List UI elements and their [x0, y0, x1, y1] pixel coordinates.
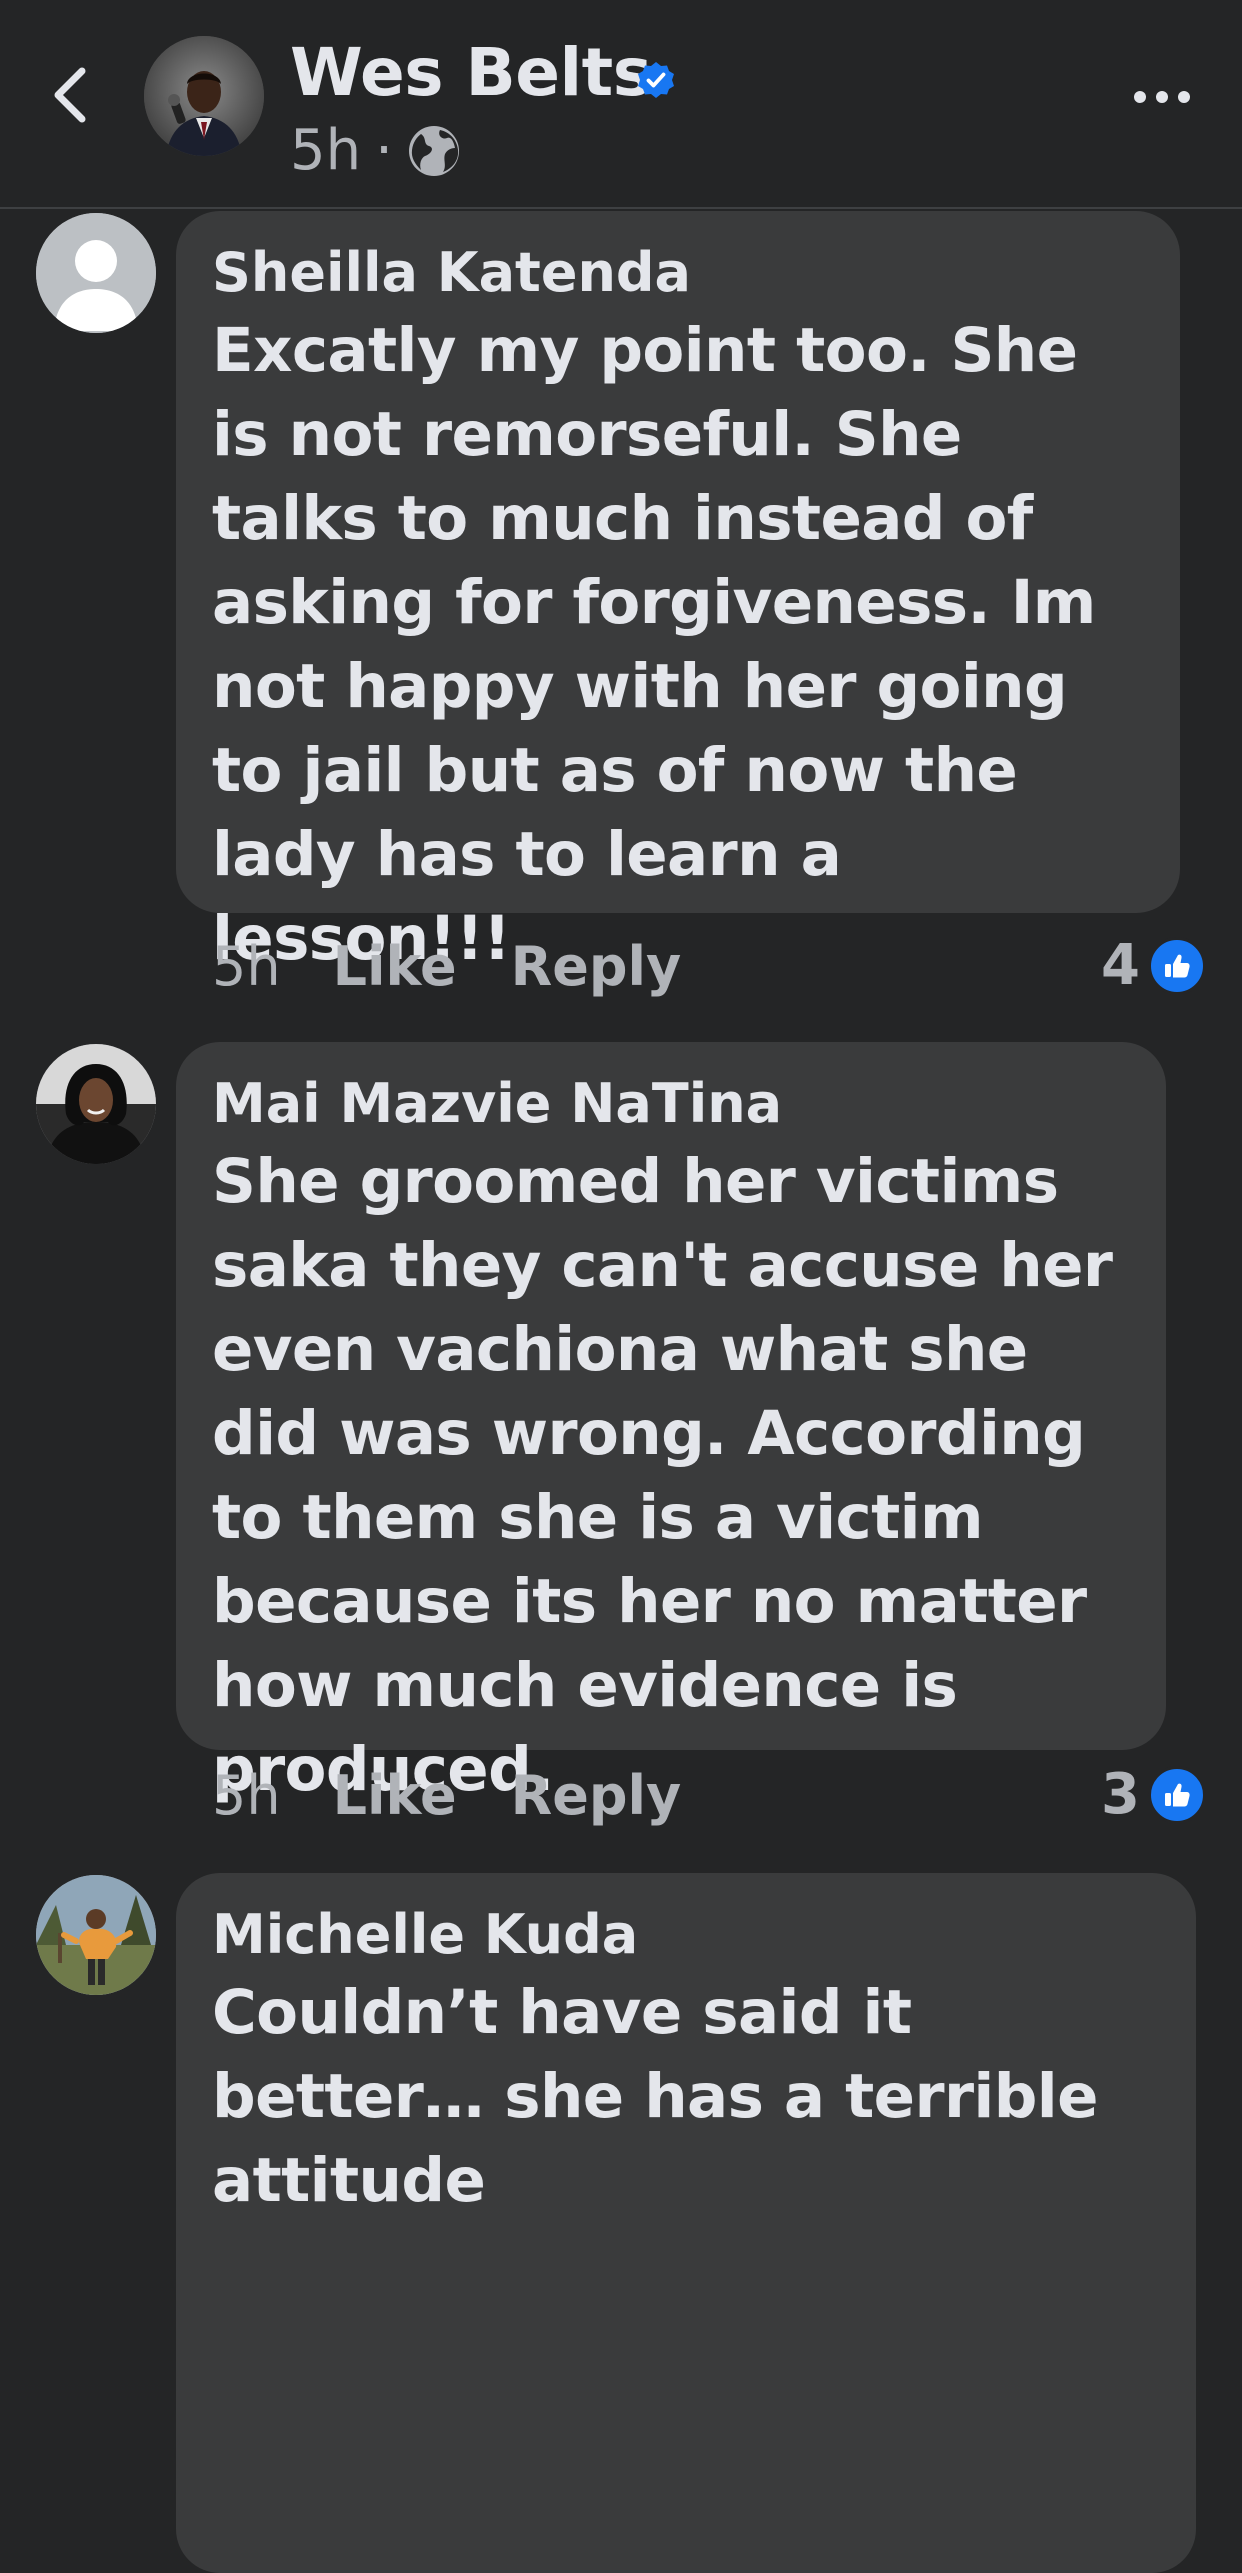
comment-bubble[interactable]: Michelle Kuda Couldn’t have said it bett… [176, 1873, 1196, 2573]
comment-item: Michelle Kuda Couldn’t have said it bett… [0, 1873, 1242, 2573]
reaction-count: 4 [1101, 933, 1140, 998]
like-button[interactable]: Like [333, 1764, 457, 1827]
comment-author[interactable]: Sheilla Katenda [212, 241, 1144, 305]
chevron-left-icon [54, 67, 86, 123]
comment-text: She groomed her victims saka they can't … [212, 1146, 1113, 1805]
post-time: 5h [290, 118, 362, 183]
like-reaction-icon [1148, 936, 1206, 995]
meta-separator: · [375, 118, 393, 183]
like-button[interactable]: Like [333, 935, 457, 998]
reply-button[interactable]: Reply [511, 1764, 682, 1827]
verified-badge-icon [638, 62, 674, 98]
comment-author[interactable]: Mai Mazvie NaTina [212, 1072, 1130, 1136]
post-meta: 5h · [290, 118, 461, 183]
reaction-summary[interactable]: 3 [1101, 1762, 1206, 1827]
like-reaction-icon [1148, 1765, 1206, 1824]
globe-icon [408, 125, 459, 176]
comment-bubble[interactable]: Sheilla Katenda Excatly my point too. Sh… [176, 211, 1180, 974]
profile-photo [36, 1875, 156, 1995]
comment-item: Mai Mazvie NaTina She groomed her victim… [0, 1042, 1242, 1842]
commenter-avatar[interactable] [36, 213, 156, 333]
post-author-photo [144, 36, 264, 156]
profile-photo [36, 1044, 156, 1164]
reaction-summary[interactable]: 4 [1101, 933, 1206, 998]
default-avatar-icon [36, 213, 156, 333]
comment-time: 5h [212, 1764, 281, 1827]
reply-button[interactable]: Reply [511, 935, 682, 998]
post-author-name[interactable]: Wes Belts [290, 34, 652, 111]
back-button[interactable] [40, 60, 100, 130]
commenter-avatar[interactable] [36, 1875, 156, 1995]
comment-time: 5h [212, 935, 281, 998]
commenter-avatar[interactable] [36, 1044, 156, 1164]
comment-text: Excatly my point too. She is not remorse… [212, 315, 1096, 974]
comment-bubble[interactable]: Mai Mazvie NaTina She groomed her victim… [176, 1042, 1166, 1805]
comment-actions: 5h Like Reply [212, 1764, 735, 1827]
more-options-button[interactable] [1122, 72, 1202, 122]
post-header: Wes Belts 5h · [0, 0, 1242, 209]
comment-actions: 5h Like Reply [212, 935, 735, 998]
comment-author[interactable]: Michelle Kuda [212, 1903, 1160, 1967]
comment-text: Couldn’t have said it better… she has a … [212, 1977, 1098, 2216]
comment-item: Sheilla Katenda Excatly my point too. Sh… [0, 211, 1242, 1011]
more-dots-icon [1134, 91, 1190, 103]
post-author-avatar[interactable] [144, 36, 264, 156]
reaction-count: 3 [1101, 1762, 1140, 1827]
